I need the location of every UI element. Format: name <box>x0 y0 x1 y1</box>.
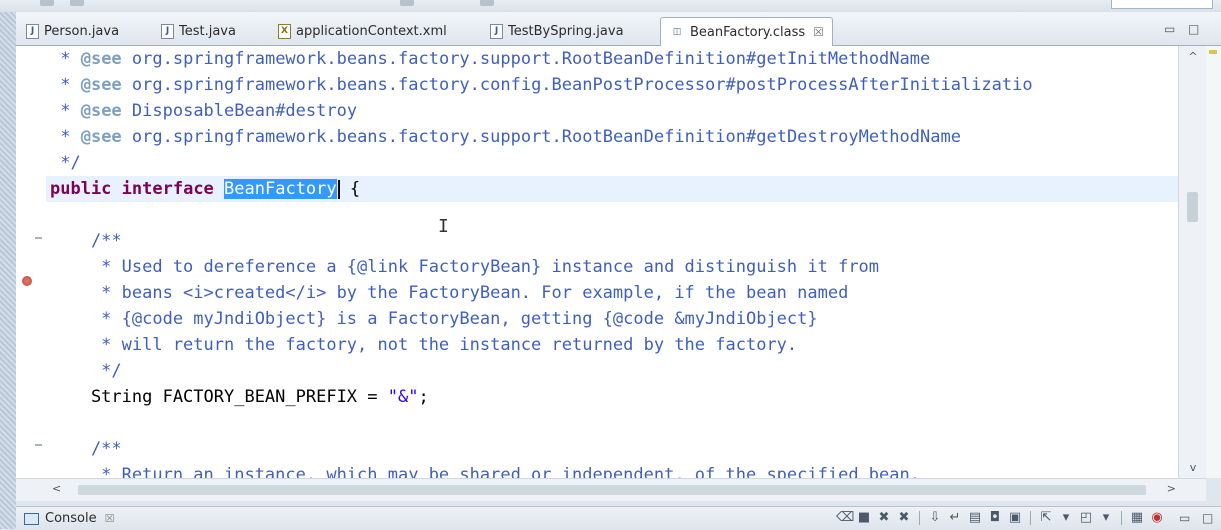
scroll-up-icon[interactable]: ^ <box>1179 50 1207 63</box>
console-menu-icon[interactable]: ▾ <box>1098 510 1114 526</box>
vertical-scrollbar[interactable]: ^ v <box>1178 46 1207 478</box>
code-line: * Return an instance, which may be share… <box>50 465 920 478</box>
fold-toggle[interactable] <box>35 237 42 239</box>
scroll-lock-icon[interactable]: ⇩ <box>927 510 943 526</box>
minimize-icon[interactable]: ▭ <box>1164 22 1175 36</box>
close-tab-icon[interactable]: ☒ <box>105 512 115 525</box>
java-file-icon: J <box>161 23 174 39</box>
toolbar-separator <box>1030 511 1031 525</box>
code-line: * beans <i>created</i> by the FactoryBea… <box>50 283 849 303</box>
tab-console[interactable]: Console ☒ <box>24 511 114 526</box>
tab-bean-factory-class[interactable]: ◫ BeanFactory.class ☒ <box>660 17 833 47</box>
java-file-icon: J <box>26 23 39 39</box>
left-window-border <box>0 12 16 529</box>
console-tab-label: Console <box>45 511 97 526</box>
tab-label: applicationContext.xml <box>296 23 447 39</box>
tab-test-java[interactable]: J Test.java <box>161 18 236 44</box>
code-line: String FACTORY_BEAN_PREFIX = "&"; <box>50 387 429 407</box>
clear-console-icon[interactable]: ⌫ <box>836 510 854 526</box>
toolbar-separator <box>1121 511 1122 525</box>
fold-toggle[interactable] <box>35 444 42 446</box>
code-line: */ <box>50 153 81 173</box>
remove-all-launches-icon[interactable]: ✖ <box>896 510 912 526</box>
display-console-icon[interactable]: ▣ <box>1007 510 1023 526</box>
code-line: * will return the factory, not the insta… <box>50 335 798 355</box>
scroll-down-icon[interactable]: v <box>1179 461 1207 474</box>
toolbar-button[interactable] <box>480 0 494 6</box>
target-icon[interactable]: ◉ <box>1149 510 1165 526</box>
code-line: * Used to dereference a {@link FactoryBe… <box>50 257 880 277</box>
console-view-bar: Console ☒ ⌫ ■ ✖ ✖ ⇩ ↵ ▤ ◘ ▣ ⇱ ▾ ◰ ▾ ▦ ◉ … <box>16 506 1221 530</box>
scrollbar-thumb[interactable] <box>78 485 1146 495</box>
current-code-line: public interface BeanFactory { <box>46 176 1198 202</box>
toolbar-button[interactable] <box>40 0 54 6</box>
tab-application-context-xml[interactable]: X applicationContext.xml <box>278 18 447 44</box>
show-on-output-icon[interactable]: ▤ <box>967 510 983 526</box>
new-console-icon[interactable]: ◰ <box>1078 510 1094 526</box>
quick-access-field[interactable] <box>1111 0 1213 9</box>
stop-icon[interactable]: ■ <box>856 510 872 526</box>
console-menu-icon[interactable]: ▾ <box>1058 510 1074 526</box>
code-editor[interactable]: * @see org.springframework.beans.factory… <box>16 46 1206 478</box>
properties-icon[interactable]: ▦ <box>1129 510 1145 526</box>
maximize-icon[interactable]: □ <box>1202 511 1213 525</box>
scroll-right-icon[interactable]: > <box>1167 482 1176 495</box>
maximize-icon[interactable]: □ <box>1188 22 1199 36</box>
code-line: * @see DisposableBean#destroy <box>50 101 358 121</box>
code-line: * @see org.springframework.beans.factory… <box>50 127 961 147</box>
breakpoint-marker[interactable] <box>22 276 32 286</box>
editor-tab-bar: J Person.java J Test.java X applicationC… <box>16 12 1221 47</box>
overview-ruler <box>1206 46 1221 478</box>
overview-marker[interactable] <box>1209 50 1217 54</box>
tab-test-by-spring-java[interactable]: J TestBySpring.java <box>490 18 624 44</box>
tab-label: Person.java <box>44 23 120 39</box>
console-toolbar: ⌫ ■ ✖ ✖ ⇩ ↵ ▤ ◘ ▣ ⇱ ▾ ◰ ▾ ▦ ◉ <box>836 510 1165 526</box>
remove-launch-icon[interactable]: ✖ <box>876 510 892 526</box>
toolbar-separator <box>919 511 920 525</box>
console-icon <box>24 512 39 525</box>
code-line: * @see org.springframework.beans.factory… <box>50 49 931 69</box>
tab-person-java[interactable]: J Person.java <box>26 18 119 44</box>
minimize-icon[interactable]: ▭ <box>1179 511 1190 525</box>
editor-ruler <box>16 46 46 478</box>
open-console-icon[interactable]: ⇱ <box>1038 510 1054 526</box>
code-line: * @see org.springframework.beans.factory… <box>50 75 1033 95</box>
toolbar-button[interactable] <box>400 0 414 6</box>
pin-console-icon[interactable]: ◘ <box>987 510 1003 526</box>
code-line: /** <box>50 439 122 459</box>
tab-label: TestBySpring.java <box>508 23 624 39</box>
tab-label: BeanFactory.class <box>690 24 806 40</box>
selected-text: BeanFactory <box>224 179 337 199</box>
code-line: */ <box>50 361 122 381</box>
code-line: * {@code myJndiObject} is a FactoryBean,… <box>50 309 818 329</box>
ibeam-cursor-icon: I <box>438 216 449 237</box>
word-wrap-icon[interactable]: ↵ <box>947 510 963 526</box>
scroll-left-icon[interactable]: < <box>52 482 61 495</box>
toolbar-button[interactable] <box>70 0 84 6</box>
xml-file-icon: X <box>278 23 291 39</box>
close-tab-icon[interactable]: ☒ <box>813 25 824 39</box>
scrollbar-thumb[interactable] <box>1187 192 1198 222</box>
code-line: /** <box>50 231 122 251</box>
java-file-icon: J <box>490 23 503 39</box>
class-file-icon: ◫ <box>672 26 682 37</box>
tab-label: Test.java <box>179 23 236 39</box>
horizontal-scrollbar[interactable]: < > <box>16 478 1206 501</box>
